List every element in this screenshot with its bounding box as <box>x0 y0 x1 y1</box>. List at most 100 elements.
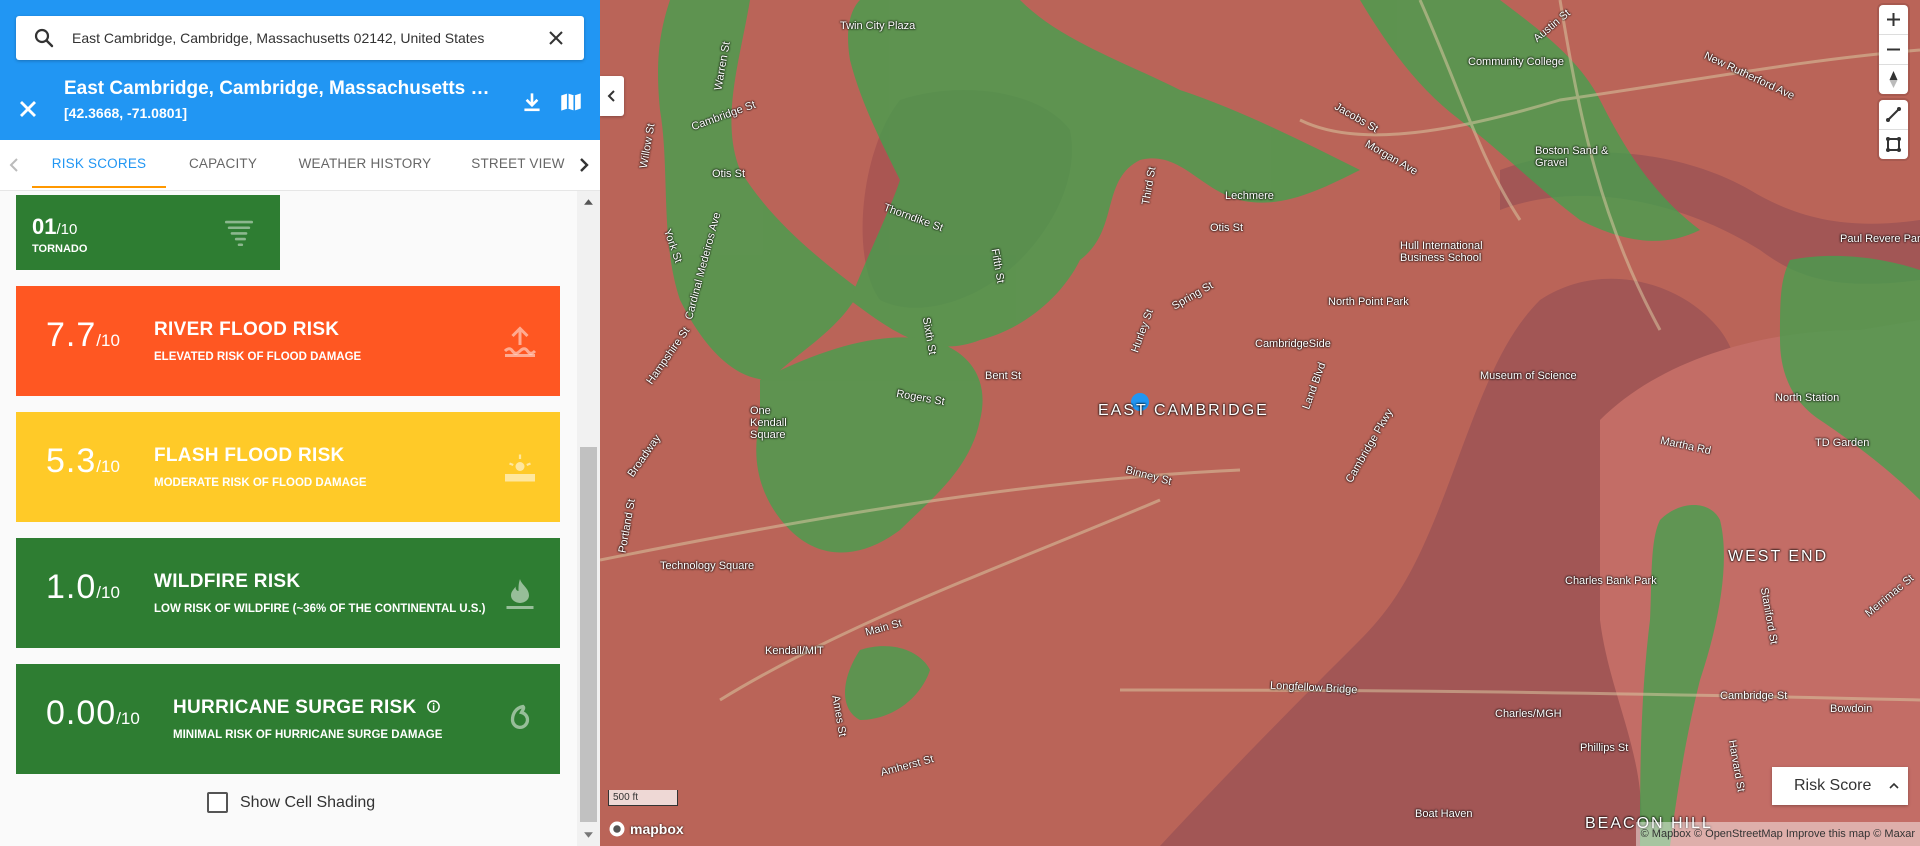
clear-search-icon[interactable] <box>544 26 568 50</box>
map-label: CambridgeSide <box>1255 338 1331 350</box>
wildfire-title: WILDFIRE RISK <box>154 571 301 592</box>
tornado-score-card: 01/10 TORNADO <box>16 195 280 270</box>
scale-bar: 500 ft <box>608 790 678 806</box>
search-bar <box>16 16 584 60</box>
hurricane-surge-subtitle: MINIMAL RISK OF HURRICANE SURGE DAMAGE <box>173 729 443 741</box>
map-label: TD Garden <box>1815 437 1870 449</box>
map-label: Boston Sand & Gravel <box>1535 145 1609 169</box>
tab-bar: RISK SCORES CAPACITY WEATHER HISTORY STR… <box>0 140 600 191</box>
map-label: Charles/MGH <box>1495 708 1562 720</box>
search-icon[interactable] <box>32 26 56 50</box>
flash-flood-subtitle: MODERATE RISK OF FLOOD DAMAGE <box>154 477 367 489</box>
compass-icon[interactable] <box>1879 65 1908 94</box>
mapbox-wordmark: mapbox <box>630 821 684 837</box>
map-label: Kendall/MIT <box>765 645 824 657</box>
map-label: WEST END <box>1728 548 1829 565</box>
tornado-icon <box>224 220 254 247</box>
flash-flood-score-wrap: 5.3/10 <box>46 442 120 481</box>
wildfire-score-denom: /10 <box>96 583 120 602</box>
hurricane-surge-score: 0.00 <box>46 694 117 732</box>
download-icon[interactable] <box>519 89 545 115</box>
wildfire-subtitle: LOW RISK OF WILDFIRE (~36% OF THE CONTIN… <box>154 603 486 615</box>
river-flood-subtitle: ELEVATED RISK OF FLOOD DAMAGE <box>154 351 362 363</box>
tab-capacity[interactable]: CAPACITY <box>178 140 268 188</box>
mapbox-logo-icon <box>609 821 625 837</box>
map-label: Otis St <box>1210 222 1244 234</box>
location-coordinates: [42.3668, -71.0801] <box>64 105 187 121</box>
collapse-panel-button[interactable] <box>600 76 624 116</box>
scroll-down-icon[interactable] <box>583 829 594 840</box>
map-label: Paul Revere Park <box>1840 233 1920 245</box>
active-tab-indicator <box>32 186 166 188</box>
hurricane-surge-score-denom: /10 <box>116 709 140 728</box>
map-label: Otis St <box>712 168 746 180</box>
info-icon[interactable] <box>426 699 441 714</box>
tab-weather-history[interactable]: WEATHER HISTORY <box>290 140 440 188</box>
draw-line-icon[interactable] <box>1879 100 1908 130</box>
map-label: Cambridge St <box>1720 690 1788 702</box>
search-input[interactable] <box>70 22 544 54</box>
zoom-controls <box>1879 5 1908 94</box>
tornado-label: TORNADO <box>32 243 88 255</box>
tab-street-view[interactable]: STREET VIEW <box>468 140 568 188</box>
location-title: East Cambridge, Cambridge, Massachusetts… <box>64 78 494 99</box>
cell-shading-checkbox[interactable] <box>207 792 228 813</box>
flash-flood-icon <box>505 454 535 482</box>
draw-controls <box>1879 100 1908 159</box>
fire-icon <box>506 579 534 609</box>
map-label: Bowdoin <box>1830 703 1873 715</box>
flash-flood-score-denom: /10 <box>96 457 120 476</box>
risk-score-legend-button[interactable]: Risk Score <box>1772 767 1908 805</box>
location-header: East Cambridge, Cambridge, Massachusetts… <box>0 76 600 140</box>
tab-risk-scores[interactable]: RISK SCORES <box>32 140 166 188</box>
hurricane-surge-card: 0.00/10 HURRICANE SURGE RISK MINIMAL RIS… <box>16 664 560 774</box>
zoom-in-icon[interactable] <box>1879 5 1908 35</box>
tornado-score: 01 <box>32 214 57 239</box>
draw-polygon-icon[interactable] <box>1879 130 1908 159</box>
map-attribution[interactable]: © Mapbox © OpenStreetMap Improve this ma… <box>1635 822 1920 846</box>
map-icon[interactable] <box>558 89 584 115</box>
risk-scores-content: 01/10 TORNADO 7.7/10 RIVER FLOOD RISK EL… <box>0 191 578 846</box>
hurricane-surge-title: HURRICANE SURGE RISK <box>173 697 417 718</box>
map-label: North Point Park <box>1328 296 1409 308</box>
hurricane-surge-score-wrap: 0.00/10 <box>46 694 140 733</box>
flash-flood-title: FLASH FLOOD RISK <box>154 445 345 466</box>
map-label: Hull International Business School <box>1400 240 1483 264</box>
show-cell-shading-toggle[interactable]: Show Cell Shading <box>207 792 375 813</box>
map-label: Phillips St <box>1580 742 1629 754</box>
chevron-up-icon <box>1889 782 1899 789</box>
chevron-left-icon <box>607 90 615 102</box>
map-view[interactable]: Twin City Plaza Cambridge St Thorndike S… <box>600 0 1920 846</box>
map-label: EAST CAMBRIDGE <box>1098 402 1269 419</box>
wildfire-score: 1.0 <box>46 568 97 606</box>
map-label: Twin City Plaza <box>840 20 916 32</box>
tornado-score-wrap: 01/10 <box>32 214 77 240</box>
hurricane-icon <box>510 704 530 729</box>
risk-score-label: Risk Score <box>1794 777 1872 794</box>
river-flood-score-wrap: 7.7/10 <box>46 316 120 355</box>
map-label: Community College <box>1468 56 1564 68</box>
chevron-left-icon[interactable] <box>2 153 26 177</box>
scrollbar-thumb[interactable] <box>580 447 597 822</box>
close-icon[interactable] <box>14 95 42 123</box>
map-label: North Station <box>1775 392 1840 404</box>
chevron-right-icon[interactable] <box>572 153 596 177</box>
flash-flood-score: 5.3 <box>46 442 97 480</box>
tornado-score-denom: /10 <box>56 221 78 238</box>
cell-shading-label: Show Cell Shading <box>240 793 376 811</box>
map-label: Lechmere <box>1225 190 1274 202</box>
search-bar-container <box>0 0 600 76</box>
zoom-out-icon[interactable] <box>1879 35 1908 65</box>
map-label: Museum of Science <box>1480 370 1577 382</box>
scroll-up-icon[interactable] <box>583 197 594 208</box>
map-label: Technology Square <box>660 560 755 572</box>
panel-scrollbar[interactable] <box>577 191 600 846</box>
river-flood-score: 7.7 <box>46 316 97 354</box>
river-flood-card: 7.7/10 RIVER FLOOD RISK ELEVATED RISK OF… <box>16 286 560 396</box>
mapbox-logo[interactable]: mapbox <box>608 820 684 838</box>
flood-icon <box>503 326 537 357</box>
map-label: Charles Bank Park <box>1565 575 1657 587</box>
river-flood-score-denom: /10 <box>96 331 120 350</box>
map-label: One Kendall Square <box>750 405 787 441</box>
hurricane-surge-title-wrap: HURRICANE SURGE RISK <box>173 697 441 719</box>
